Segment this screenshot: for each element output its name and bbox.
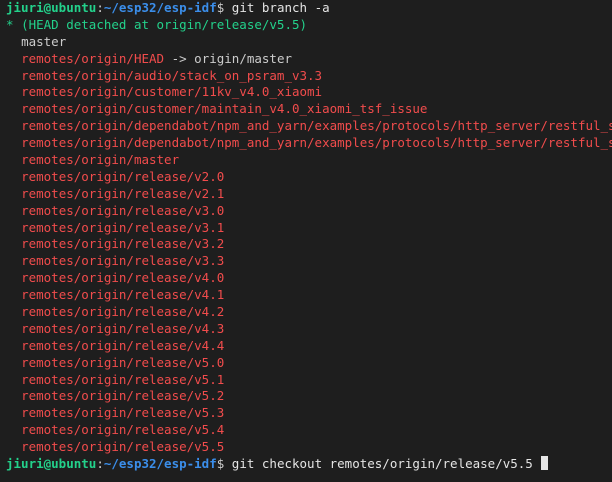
branch-name: remotes/origin/release/v4.4: [21, 337, 225, 353]
text-cursor: [541, 456, 549, 471]
branch-name: remotes/origin/release/v4.2: [21, 304, 225, 320]
branch-name: remotes/origin/dependabot/npm_and_yarn/e…: [21, 135, 612, 151]
local-branch: master: [6, 34, 612, 51]
current-branch: (HEAD detached at origin/release/v5.5): [21, 16, 308, 32]
prompt-separator: :: [96, 0, 104, 15]
branch-name: remotes/origin/release/v4.1: [21, 287, 225, 303]
head-ref-name: remotes/origin/HEAD: [21, 50, 165, 66]
branch-name: remotes/origin/release/v4.0: [21, 270, 225, 286]
branch-name: remotes/origin/release/v5.3: [21, 405, 225, 421]
branch-name: remotes/origin/release/v3.0: [21, 202, 225, 218]
branch-name: remotes/origin/release/v5.5: [21, 439, 225, 455]
prompt-dollar: $: [216, 456, 232, 472]
prompt-path: ~/esp32/esp-idf: [103, 0, 217, 15]
remote-branch: remotes/origin/release/v2.1: [6, 186, 612, 203]
branch-name: remotes/origin/release/v5.0: [21, 354, 225, 370]
remote-branch: remotes/origin/release/v3.3: [6, 253, 612, 270]
remote-branch: remotes/origin/release/v3.0: [6, 203, 612, 220]
branch-name: remotes/origin/release/v3.1: [21, 219, 225, 235]
branch-name: remotes/origin/release/v2.1: [21, 185, 225, 201]
remote-branch: remotes/origin/release/v5.2: [6, 388, 612, 405]
command-input[interactable]: git checkout remotes/origin/release/v5.5: [232, 456, 541, 471]
prompt-line-2[interactable]: jiuri@ubuntu:~/esp32/esp-idf$ git checko…: [6, 456, 612, 473]
head-ref-arrow: ->: [164, 50, 195, 66]
branch-name: remotes/origin/release/v4.3: [21, 320, 225, 336]
remote-branch: remotes/origin/audio/stack_on_psram_v3.3: [6, 68, 612, 85]
remote-branch: remotes/origin/release/v3.1: [6, 220, 612, 237]
branch-name: remotes/origin/release/v3.3: [21, 253, 225, 269]
head-ref-line: remotes/origin/HEAD -> origin/master: [6, 51, 612, 68]
branch-name: remotes/origin/release/v2.0: [21, 168, 225, 184]
current-branch-line: * (HEAD detached at origin/release/v5.5): [6, 17, 612, 34]
remote-branch: remotes/origin/master: [6, 152, 612, 169]
remote-branch: remotes/origin/release/v5.5: [6, 439, 612, 456]
remote-branch: remotes/origin/release/v5.1: [6, 372, 612, 389]
prompt-line-1: jiuri@ubuntu:~/esp32/esp-idf$ git branch…: [6, 0, 612, 17]
branch-name: remotes/origin/customer/11kv_v4.0_xiaomi: [21, 84, 323, 100]
remote-branch: remotes/origin/release/v5.3: [6, 405, 612, 422]
branch-name: remotes/origin/dependabot/npm_and_yarn/e…: [21, 118, 612, 134]
current-branch-marker: *: [6, 16, 22, 32]
branch-name: remotes/origin/release/v5.1: [21, 371, 225, 387]
branch-name: master: [21, 33, 67, 49]
branch-name: remotes/origin/audio/stack_on_psram_v3.3: [21, 67, 323, 83]
prompt-user-host: jiuri@ubuntu: [6, 456, 97, 472]
remote-branch: remotes/origin/release/v4.1: [6, 287, 612, 304]
command-text: git branch -a: [231, 0, 330, 15]
prompt-user-host: jiuri@ubuntu: [6, 0, 97, 15]
local-branch-list: master: [6, 34, 612, 51]
remote-branch: remotes/origin/dependabot/npm_and_yarn/e…: [6, 118, 612, 135]
branch-name: remotes/origin/customer/maintain_v4.0_xi…: [21, 101, 428, 117]
branch-name: remotes/origin/release/v3.2: [21, 236, 225, 252]
head-ref-target: origin/master: [194, 50, 293, 66]
prompt-path: ~/esp32/esp-idf: [103, 456, 217, 472]
remote-branch: remotes/origin/release/v4.3: [6, 321, 612, 338]
branch-name: remotes/origin/release/v5.2: [21, 388, 225, 404]
prompt-separator: :: [96, 456, 104, 472]
remote-branch: remotes/origin/release/v2.0: [6, 169, 612, 186]
branch-name: remotes/origin/release/v5.4: [21, 422, 225, 438]
remote-branch: remotes/origin/release/v5.4: [6, 422, 612, 439]
remote-branch: remotes/origin/customer/11kv_v4.0_xiaomi: [6, 84, 612, 101]
remote-branch: remotes/origin/release/v4.2: [6, 304, 612, 321]
remote-branch: remotes/origin/customer/maintain_v4.0_xi…: [6, 101, 612, 118]
remote-branch-list: remotes/origin/audio/stack_on_psram_v3.3…: [6, 68, 612, 456]
remote-branch: remotes/origin/release/v3.2: [6, 236, 612, 253]
remote-branch: remotes/origin/release/v4.0: [6, 270, 612, 287]
remote-branch: remotes/origin/release/v5.0: [6, 355, 612, 372]
branch-name: remotes/origin/master: [21, 152, 180, 168]
remote-branch: remotes/origin/release/v4.4: [6, 338, 612, 355]
terminal-window[interactable]: jiuri@ubuntu:~/esp32/esp-idf$ git branch…: [0, 0, 612, 482]
remote-branch: remotes/origin/dependabot/npm_and_yarn/e…: [6, 135, 612, 152]
prompt-dollar: $: [216, 0, 232, 15]
